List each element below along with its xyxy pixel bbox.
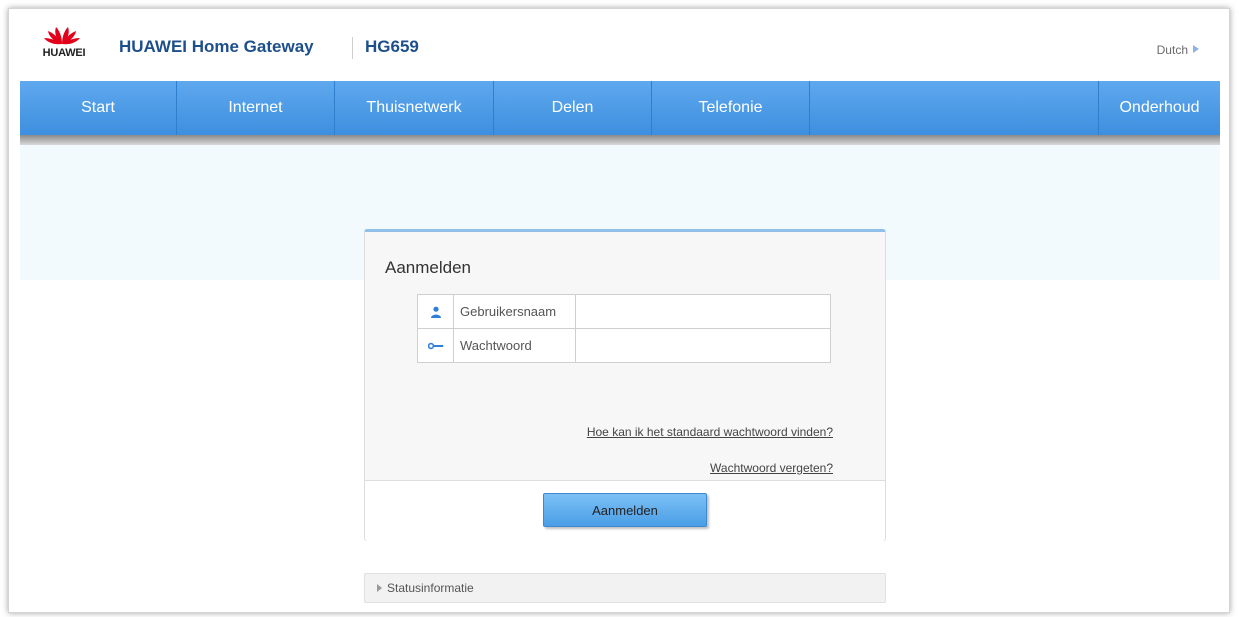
status-info-label: Statusinformatie	[387, 581, 474, 595]
brand-separator	[352, 37, 353, 59]
logo-text: HUAWEI	[42, 47, 86, 59]
main-nav: Start Internet Thuisnetwerk Delen Telefo…	[20, 81, 1220, 135]
language-label: Dutch	[1156, 43, 1188, 57]
username-label: Gebruikersnaam	[454, 295, 576, 328]
triangle-right-icon	[1193, 45, 1199, 53]
password-input[interactable]	[576, 329, 830, 362]
user-icon	[418, 295, 454, 328]
login-title: Aanmelden	[385, 258, 472, 277]
username-field: Gebruikersnaam	[417, 294, 831, 329]
status-info-toggle[interactable]: Statusinformatie	[364, 573, 886, 603]
brand-title: HUAWEI Home Gateway	[119, 37, 314, 56]
model-name: HG659	[365, 37, 419, 56]
nav-item-delen[interactable]: Delen	[494, 81, 652, 135]
nav-shadow	[20, 135, 1220, 145]
language-selector[interactable]: Dutch	[1157, 43, 1199, 57]
nav-item-internet[interactable]: Internet	[177, 81, 335, 135]
login-footer: Aanmelden	[365, 480, 885, 541]
password-field: Wachtwoord	[417, 328, 831, 363]
key-icon	[418, 329, 454, 362]
login-button[interactable]: Aanmelden	[543, 493, 707, 527]
forgot-password-link[interactable]: Wachtwoord vergeten?	[710, 461, 833, 475]
nav-item-thuisnetwerk[interactable]: Thuisnetwerk	[335, 81, 494, 135]
nav-spacer	[810, 81, 1099, 135]
header: HUAWEI HUAWEI Home Gateway HG659 Dutch	[9, 9, 1229, 81]
nav-item-start[interactable]: Start	[20, 81, 177, 135]
username-input[interactable]	[576, 295, 830, 328]
browser-frame: HUAWEI HUAWEI Home Gateway HG659 Dutch S…	[8, 8, 1230, 613]
login-panel: Aanmelden Gebruikersnaam Wachtwoord Hoe	[364, 229, 886, 541]
default-password-link[interactable]: Hoe kan ik het standaard wachtwoord vind…	[587, 425, 833, 439]
triangle-right-icon	[377, 584, 382, 592]
password-label: Wachtwoord	[454, 329, 576, 362]
nav-item-onderhoud[interactable]: Onderhoud	[1099, 81, 1220, 135]
nav-item-telefonie[interactable]: Telefonie	[652, 81, 810, 135]
